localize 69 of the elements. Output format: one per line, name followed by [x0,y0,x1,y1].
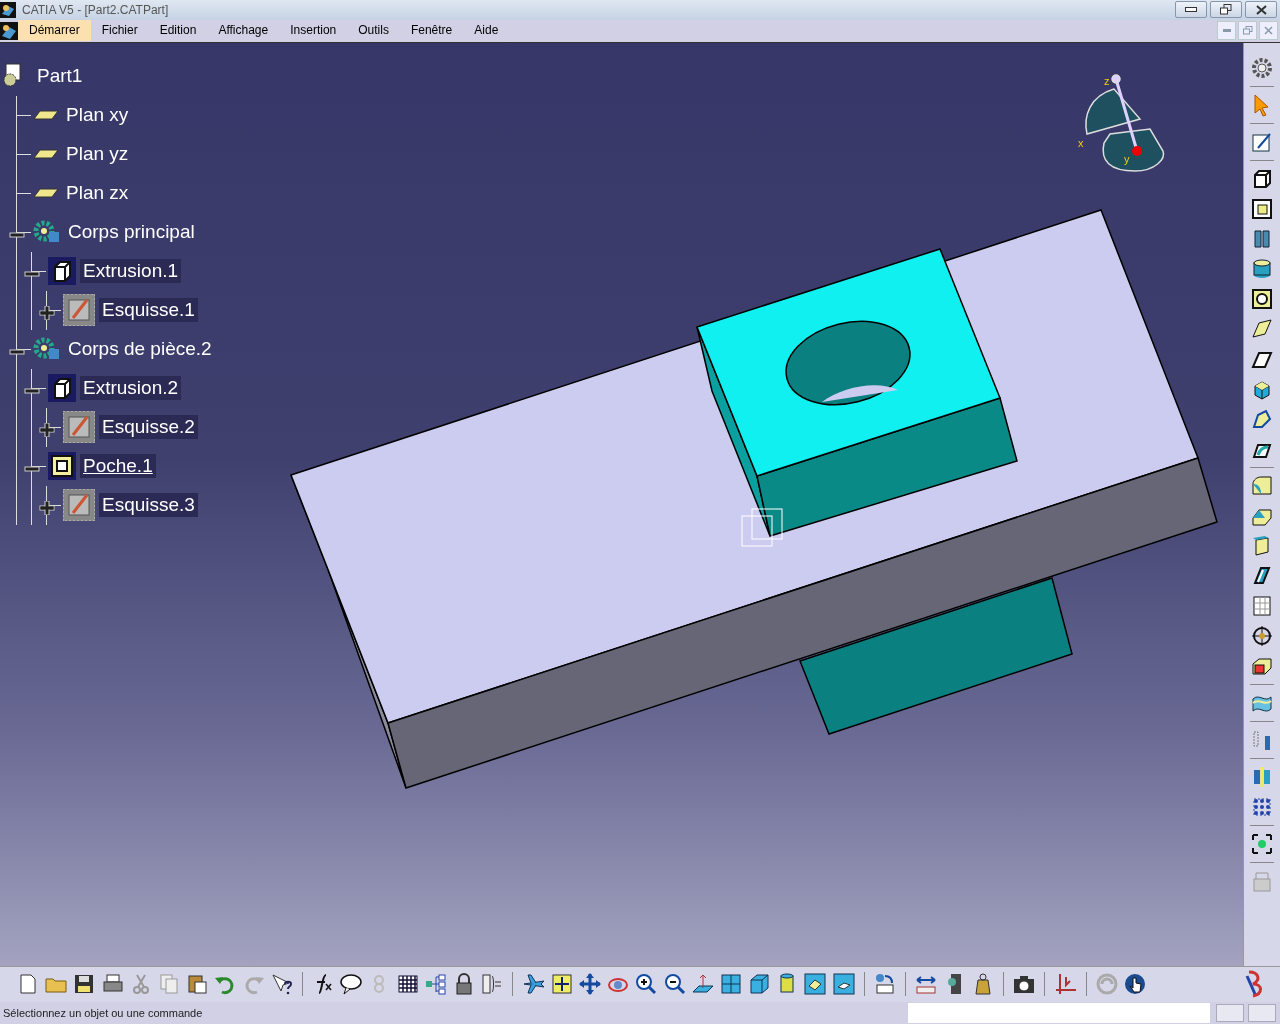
tree-node-label[interactable]: Esquisse.1 [99,298,198,323]
edge-view-icon[interactable] [831,972,856,997]
expand-icon[interactable] [39,500,55,515]
expand-icon[interactable] [39,422,55,437]
zoom-out-icon[interactable] [662,972,687,997]
minimize-button[interactable] [1175,1,1207,19]
sketch-icon [63,294,95,327]
menu-item[interactable]: Aide [463,20,510,42]
menu-item[interactable]: Fichier [90,20,149,42]
menu-item[interactable]: Démarrer [18,20,91,42]
menu-item[interactable]: Insertion [279,20,348,42]
plane-icon [33,149,59,160]
plane-icon [33,110,59,121]
fit-all-icon[interactable] [549,972,574,997]
sketch-icon [63,411,95,444]
brand-logo-icon [1244,970,1262,999]
plane-icon [33,188,59,199]
sketch-icon [63,489,95,522]
tree-node-label[interactable]: Extrusion.1 [80,259,182,284]
pad-icon [48,257,76,286]
zoom-in-icon[interactable] [634,972,659,997]
window-title: CATIA V5 - [Part2.CATPart] [22,2,169,17]
tree-node-label[interactable]: Esquisse.2 [99,415,198,440]
gear-icon[interactable] [1250,55,1274,80]
command-input-field[interactable] [908,1003,1210,1024]
minimize-icon [1222,29,1231,33]
airplane-icon[interactable] [521,972,546,997]
tree-node-label[interactable]: Corps de pièce.2 [65,337,215,362]
menu-item[interactable]: Outils [347,20,400,42]
tree-node-label[interactable]: Poche.1 [80,454,156,479]
expand-icon[interactable] [39,305,55,320]
shaded-view-icon[interactable] [803,972,828,997]
restore-button[interactable] [1210,1,1242,19]
restore-icon [1242,26,1253,36]
tree-node-label[interactable]: Part1 [34,64,86,89]
tree-node-label[interactable]: Extrusion.2 [80,376,182,401]
axis-system-icon[interactable] [1053,972,1078,997]
compass-axis-label: z [1104,74,1110,87]
pad-icon [48,374,76,403]
speech-bubble-icon[interactable] [339,972,364,997]
restore-icon [1220,4,1232,16]
app-logo-icon [0,21,18,40]
menu-item[interactable]: Edition [148,20,208,42]
clipboard-icon[interactable] [185,972,210,997]
help-cursor-icon[interactable] [269,972,294,997]
crosshair-icon[interactable] [1250,623,1274,648]
close-icon [1255,4,1267,15]
pocket-icon[interactable] [1250,196,1274,221]
close-icon [1264,26,1273,36]
tree-diagram-icon[interactable] [423,972,448,997]
tree-node-label[interactable]: Esquisse.3 [99,493,198,518]
compass-axis-label: x [1078,136,1084,149]
hand-pointer-icon[interactable] [1123,972,1148,997]
close-button[interactable] [1245,1,1277,19]
minimize-icon [1185,7,1197,13]
pocket-icon [48,452,76,481]
status-message: Sélectionnez un objet ou une commande [3,1007,203,1020]
cube-icon[interactable] [747,972,772,997]
tree-node-label[interactable]: Plan xy [63,103,132,128]
pan-icon[interactable] [577,972,602,997]
tree-node-label[interactable]: Plan yz [63,142,132,167]
multi-view-icon[interactable] [718,972,743,997]
tree-node-label[interactable]: Plan zx [63,181,132,206]
compass-axis-label: y [1124,152,1130,165]
tree-node-label[interactable]: Corps principal [65,220,198,245]
app-logo-icon [0,1,16,18]
menu-item[interactable]: Fenêtre [399,20,464,42]
menu-item[interactable]: Affichage [207,20,280,42]
hole-icon[interactable] [1250,286,1274,311]
